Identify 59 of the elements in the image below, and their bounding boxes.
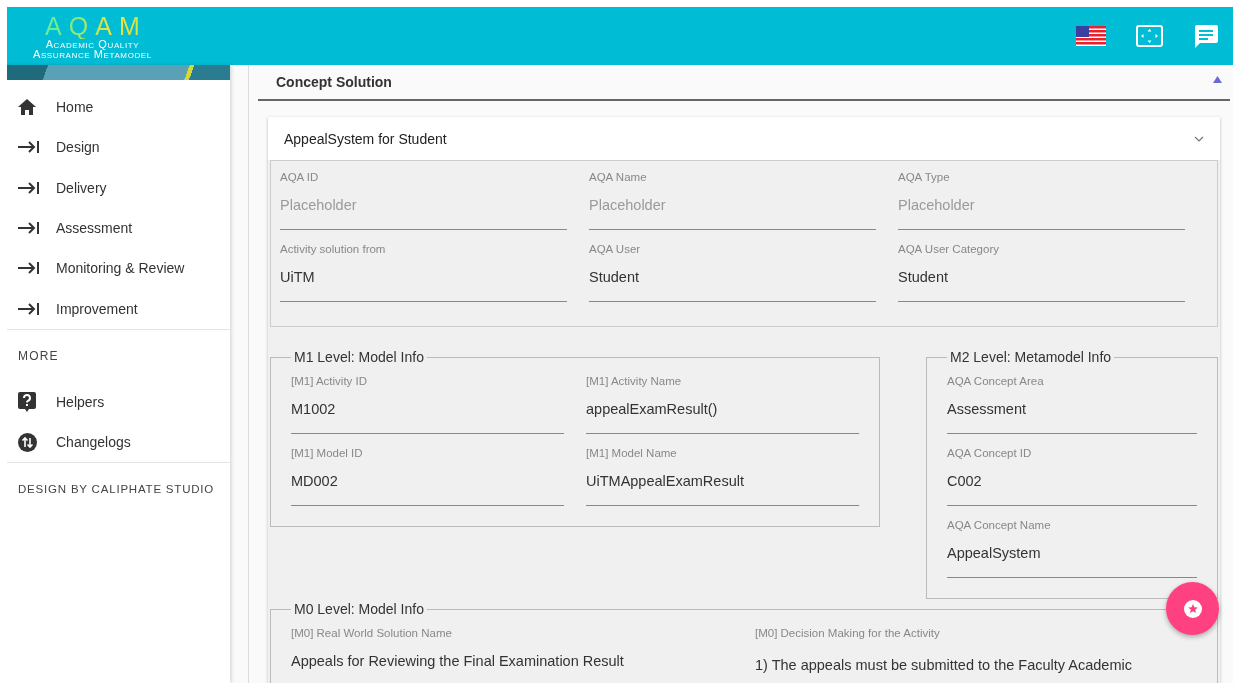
field-label: [M0] Decision Making for the Activity	[755, 627, 941, 641]
panel-title: Concept Solution	[276, 74, 392, 90]
field-label: AQA User	[589, 243, 642, 257]
fieldset-legend: M2 Level: Metamodel Info	[947, 349, 1115, 365]
chat-icon[interactable]	[1193, 23, 1219, 49]
field-label: Activity solution from	[280, 243, 387, 257]
field-label: AQA ID	[280, 171, 320, 185]
nav-item[interactable]: Assessment	[7, 207, 230, 249]
field-label: AQA Concept ID	[947, 447, 1033, 461]
field-label: AQA User Category	[898, 243, 1000, 257]
arrow-to-bar-icon	[18, 221, 40, 236]
input-field[interactable]: AppealSystem	[947, 535, 1197, 578]
us-flag-icon[interactable]	[1076, 26, 1106, 46]
nav-item[interactable]: Home	[7, 87, 230, 128]
input-field[interactable]: Student	[589, 259, 876, 302]
home-icon	[18, 99, 36, 116]
swap-arrows-icon	[18, 432, 37, 452]
input-field[interactable]: UiTMAppealExamResult	[586, 463, 859, 506]
field-label: [M1] Activity Name	[586, 375, 683, 389]
input-field[interactable]: C002	[947, 463, 1197, 506]
fieldset-legend: M0 Level: Model Info	[291, 601, 427, 617]
nav-item[interactable]: Monitoring & Review	[7, 248, 230, 289]
fieldset-legend: M1 Level: Model Info	[291, 349, 427, 365]
input-field[interactable]: MD002	[291, 463, 564, 506]
chevron-icon[interactable]	[1194, 135, 1204, 142]
input-field[interactable]: Placeholder	[280, 187, 567, 230]
field-label: [M1] Model ID	[291, 447, 364, 461]
input-field[interactable]: Placeholder	[589, 187, 876, 230]
nav-item[interactable]: Design	[7, 127, 230, 168]
field-label: [M0] Real World Solution Name	[291, 627, 453, 641]
card-title: AppealSystem for Student	[284, 130, 447, 147]
field-label: [M1] Model Name	[586, 447, 678, 461]
input-field[interactable]: appealExamResult()	[586, 391, 859, 434]
input-field[interactable]: UiTM	[280, 259, 567, 302]
footer-credit: DESIGN BY CALIPHATE STUDIO	[17, 482, 216, 498]
field-label: AQA Concept Name	[947, 519, 1052, 533]
field-label: AQA Concept Area	[947, 375, 1045, 389]
question-mark-icon	[18, 391, 36, 412]
input-field[interactable]: Appeals for Reviewing the Final Examination Result	[291, 643, 733, 683]
nav-item[interactable]: Helpers	[7, 381, 230, 423]
arrow-to-bar-icon	[18, 140, 40, 155]
collapse-icon[interactable]	[1213, 75, 1222, 83]
text-area[interactable]: 1) The appeals must be submitted to the Faculty Academic	[755, 643, 1197, 677]
nav-item[interactable]: Changelogs	[7, 422, 230, 463]
input-field[interactable]: M1002	[291, 391, 564, 434]
field-label: AQA Name	[589, 171, 648, 185]
logo-subtitle: Academic Quality	[45, 38, 140, 49]
field-label: [M1] Activity ID	[291, 375, 369, 389]
field-label: AQA Type	[898, 171, 951, 185]
section-heading: MORE	[17, 347, 60, 365]
arrow-to-bar-icon	[18, 180, 40, 195]
nav-item[interactable]: Delivery	[7, 167, 230, 208]
input-field[interactable]: Placeholder	[898, 187, 1185, 230]
arrow-to-bar-icon	[18, 301, 40, 316]
arrow-to-bar-icon	[18, 261, 40, 276]
input-field[interactable]: Assessment	[947, 391, 1197, 434]
fullscreen-icon[interactable]	[1136, 25, 1163, 47]
input-field[interactable]: Student	[898, 259, 1185, 302]
nav-item[interactable]: Improvement	[7, 288, 230, 329]
